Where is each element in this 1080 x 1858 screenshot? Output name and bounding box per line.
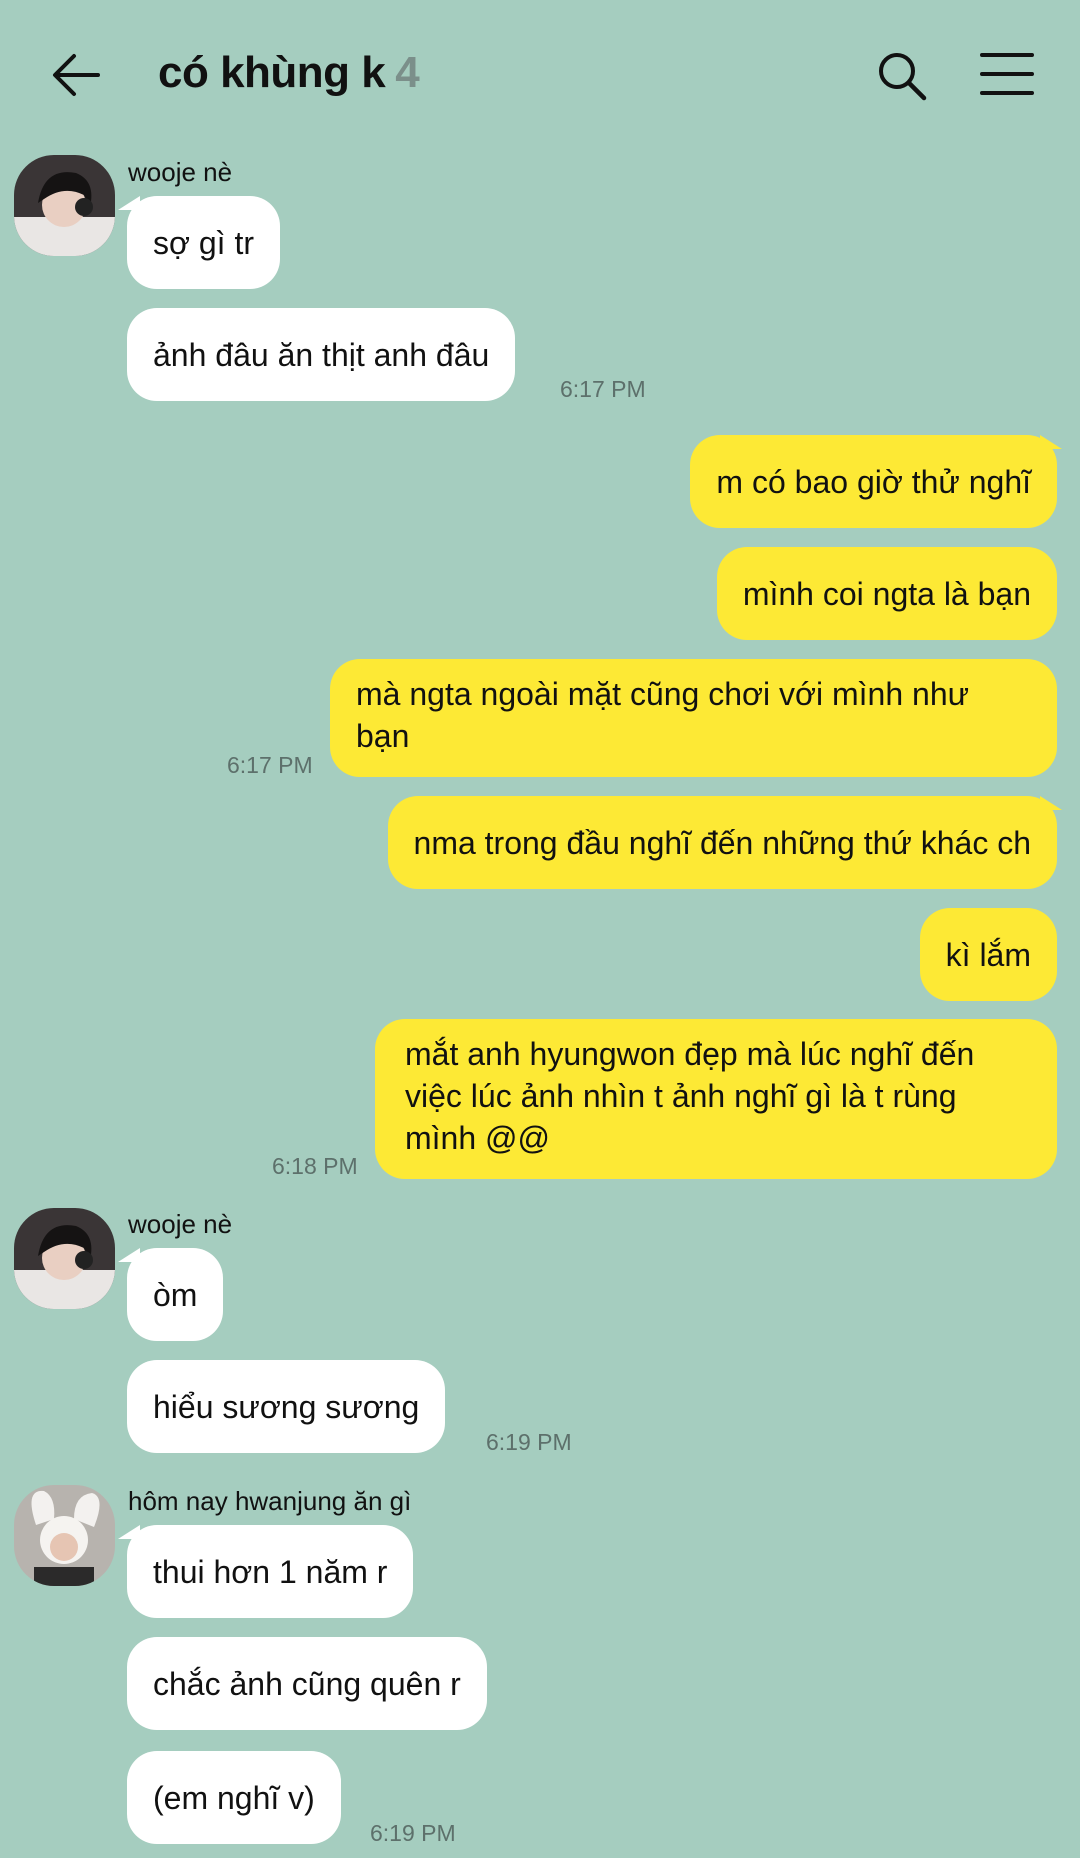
message-bubble[interactable]: thui hơn 1 năm r [127,1525,414,1618]
message-time: 6:17 PM [560,376,646,402]
message-bubble[interactable]: (em nghĩ v) [127,1751,341,1844]
message-time: 6:17 PM [227,752,313,778]
message-bubble[interactable]: òm [127,1248,224,1341]
avatar[interactable] [14,1485,115,1586]
back-button[interactable] [50,48,104,102]
chat-title: có khùng k4 [158,48,420,98]
search-button[interactable] [876,50,928,102]
message-bubble[interactable]: nma trong đầu nghĩ đến những thứ khác ch [387,796,1057,889]
sender-name: hôm nay hwanjung ăn gì [128,1486,412,1516]
avatar-image [14,1208,115,1309]
sender-name: wooje nè [128,1209,233,1239]
avatar[interactable] [14,155,115,256]
message-bubble[interactable]: hiểu sương sương [127,1360,446,1453]
avatar[interactable] [14,1208,115,1309]
avatar-image [14,1485,115,1586]
chat-header: có khùng k4 [0,0,1080,150]
message-bubble[interactable]: sợ gì tr [127,196,280,289]
message-time: 6:19 PM [486,1429,572,1455]
menu-button[interactable] [980,52,1034,96]
message-time: 6:18 PM [272,1153,358,1179]
menu-icon [980,53,1034,95]
sender-name: wooje nè [128,157,233,187]
message-bubble[interactable]: mắt anh hyungwon đẹp mà lúc nghĩ đến việ… [375,1019,1057,1179]
avatar-image [14,155,115,256]
arrow-left-icon [53,54,100,96]
message-bubble[interactable]: m có bao giờ thử nghĩ [690,435,1057,528]
member-count: 4 [395,48,420,97]
message-bubble[interactable]: mình coi ngta là bạn [716,547,1057,640]
message-bubble[interactable]: ảnh đâu ăn thịt anh đâu [127,308,516,401]
chat-name: có khùng k [158,48,386,97]
search-icon [879,53,927,101]
message-time: 6:19 PM [370,1820,456,1846]
message-bubble[interactable]: mà ngta ngoài mặt cũng chơi với mình như… [330,659,1057,777]
message-bubble[interactable]: chắc ảnh cũng quên r [127,1637,487,1730]
message-bubble[interactable]: kì lắm [919,908,1057,1001]
